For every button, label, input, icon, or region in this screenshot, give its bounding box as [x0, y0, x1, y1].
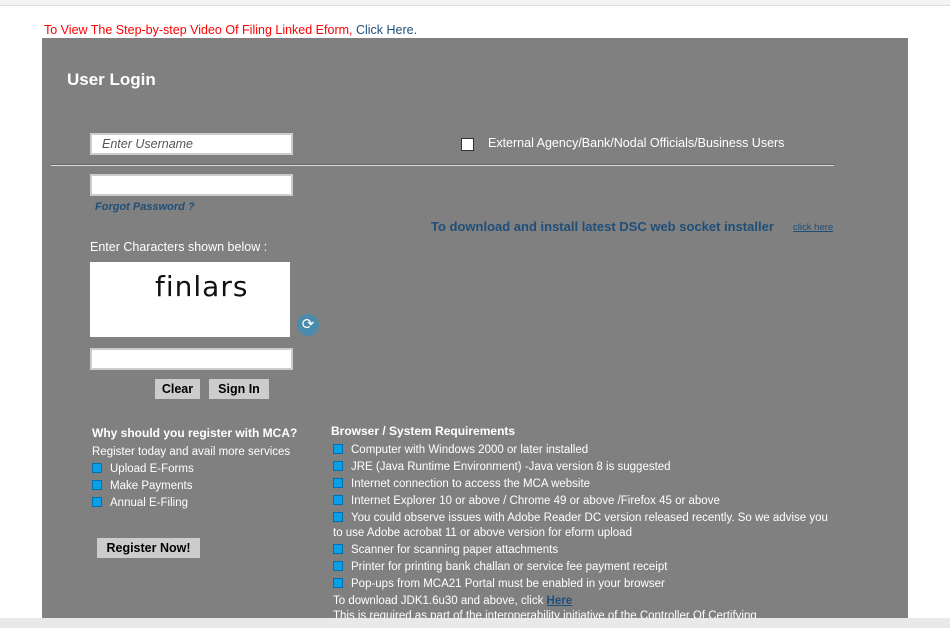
list-item: JRE (Java Runtime Environment) -Java ver… [333, 461, 671, 473]
list-item: Computer with Windows 2000 or later inst… [333, 444, 588, 456]
list-item: Printer for printing bank challan or ser… [333, 561, 667, 573]
bullet-icon [333, 461, 343, 471]
bullet-icon [333, 578, 343, 588]
bullet-icon [333, 544, 343, 554]
external-user-checkbox[interactable] [461, 138, 474, 151]
password-input[interactable] [90, 174, 293, 196]
refresh-captcha-icon[interactable]: ⟳ [297, 314, 319, 336]
captcha-text: finlars [155, 270, 249, 303]
bullet-icon [333, 561, 343, 571]
bullet-icon [333, 444, 343, 454]
browser-top-bar [0, 0, 950, 6]
browser-bottom-bar [0, 618, 950, 628]
list-item: You could observe issues with Adobe Read… [333, 512, 828, 524]
video-notice: To View The Step-by-step Video Of Filing… [44, 23, 417, 37]
dsc-installer-text: To download and install latest DSC web s… [431, 219, 774, 234]
bullet-icon [333, 512, 343, 522]
list-item: Make Payments [92, 480, 192, 492]
external-user-label: External Agency/Bank/Nodal Officials/Bus… [488, 136, 785, 150]
register-subtitle: Register today and avail more services [92, 446, 291, 458]
jdk-download: To download JDK1.6u30 and above, click H… [333, 595, 573, 607]
forgot-password-link[interactable]: Forgot Password ? [95, 201, 195, 213]
sign-in-button[interactable]: Sign In [209, 379, 269, 399]
register-now-button[interactable]: Register Now! [97, 538, 200, 558]
captcha-label: Enter Characters shown below : [90, 240, 268, 254]
list-item: Scanner for scanning paper attachments [333, 544, 558, 556]
notice-text: To View The Step-by-step Video Of Filing… [44, 23, 356, 37]
list-item: Annual E-Filing [92, 497, 188, 509]
dsc-installer-link[interactable]: click here [793, 222, 833, 233]
list-item: Upload E-Forms [92, 463, 194, 475]
list-item: Internet Explorer 10 or above / Chrome 4… [333, 495, 720, 507]
divider [51, 164, 834, 166]
bullet-icon [333, 478, 343, 488]
jdk-here-link[interactable]: Here [547, 595, 573, 607]
clear-button[interactable]: Clear [155, 379, 200, 399]
list-item: Pop-ups from MCA21 Portal must be enable… [333, 578, 665, 590]
bullet-icon [92, 463, 102, 473]
username-placeholder: Enter Username [102, 137, 194, 151]
video-link[interactable]: Click Here. [356, 23, 417, 37]
list-item: Internet connection to access the MCA we… [333, 478, 590, 490]
bullet-icon [92, 497, 102, 507]
page-title: User Login [67, 70, 156, 89]
captcha-input[interactable] [90, 348, 293, 370]
requirements-heading: Browser / System Requirements [331, 424, 516, 438]
list-item-continuation: to use Adobe acrobat 11 or above version… [333, 527, 632, 539]
register-heading: Why should you register with MCA? [92, 426, 298, 440]
bullet-icon [333, 495, 343, 505]
username-input[interactable]: Enter Username [90, 133, 293, 155]
bullet-icon [92, 480, 102, 490]
captcha-image: finlars [90, 262, 290, 337]
